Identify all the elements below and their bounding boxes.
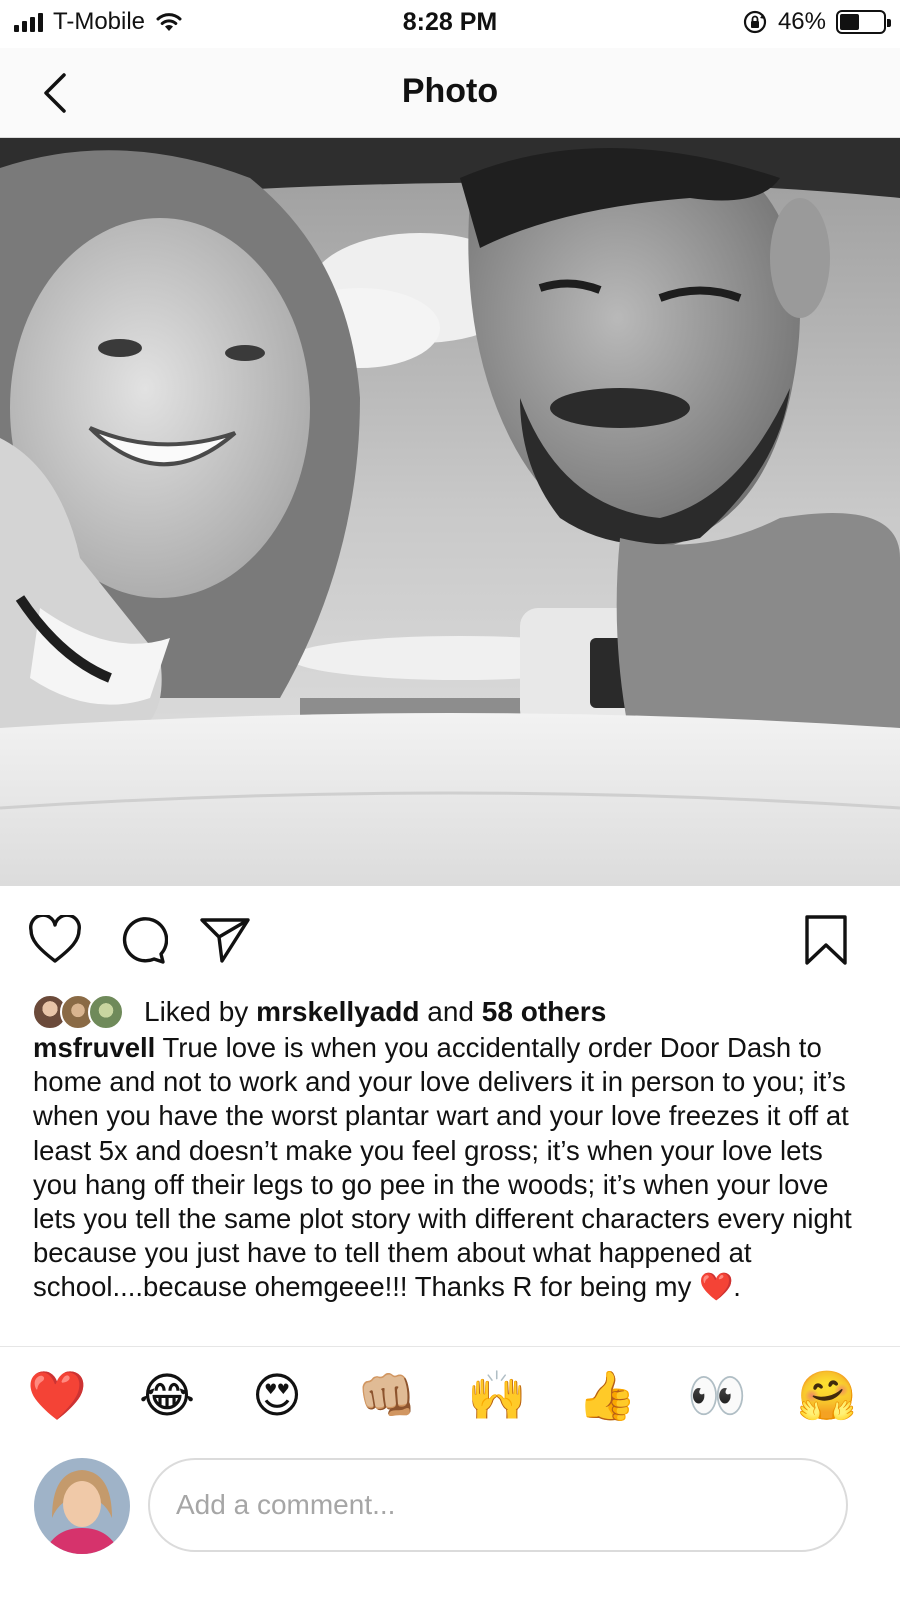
- liker-avatar: [88, 994, 124, 1030]
- caption-username[interactable]: msfruvell: [33, 1032, 155, 1063]
- post-caption: msfruvell True love is when you accident…: [33, 1031, 873, 1305]
- navigation-bar: Photo: [0, 48, 900, 138]
- battery-icon: [836, 10, 891, 34]
- page-title: Photo: [401, 72, 499, 110]
- chevron-left-icon: [44, 73, 66, 113]
- likes-others-count[interactable]: 58 others: [482, 996, 607, 1028]
- reaction-thumbs-up[interactable]: 👍: [576, 1365, 638, 1427]
- comment-input[interactable]: [148, 1458, 848, 1552]
- comment-icon: [122, 917, 168, 964]
- battery-level-fill: [840, 14, 860, 30]
- comment-button[interactable]: [113, 912, 169, 968]
- wifi-icon: [156, 13, 182, 31]
- bookmark-icon: [805, 915, 847, 965]
- reaction-eyes[interactable]: 👀: [686, 1365, 748, 1427]
- reaction-heart-eyes[interactable]: 😍: [246, 1365, 308, 1427]
- liker-avatars: [32, 992, 132, 1032]
- photo-image: [0, 138, 900, 886]
- heart-icon: [29, 915, 81, 963]
- heart-emoji: ❤️: [698, 1271, 734, 1304]
- avatar[interactable]: [34, 1458, 130, 1554]
- quick-reactions-bar: ❤️ 😂 😍 👊🏼 🙌 👍 👀 🤗: [0, 1346, 900, 1436]
- likes-prefix: Liked by: [144, 996, 249, 1027]
- status-left: T-Mobile: [14, 8, 183, 36]
- user-avatar-image: [34, 1458, 130, 1554]
- rotation-lock-icon: [743, 10, 767, 34]
- post-photo[interactable]: [0, 138, 900, 886]
- signal-bars-icon: [14, 12, 43, 32]
- reaction-raised-hands[interactable]: 🙌: [466, 1365, 528, 1427]
- share-button[interactable]: [197, 912, 253, 968]
- back-button[interactable]: [30, 66, 80, 120]
- battery-percent: 46%: [777, 8, 826, 35]
- carrier-label: T-Mobile: [53, 8, 146, 35]
- likes-conjunction: and: [427, 996, 474, 1027]
- reaction-tears-of-joy[interactable]: 😂: [136, 1365, 198, 1427]
- comment-composer: [0, 1436, 900, 1600]
- share-icon: [200, 918, 250, 963]
- reaction-hugging[interactable]: 🤗: [796, 1365, 858, 1427]
- like-button[interactable]: [27, 912, 83, 968]
- status-right: 46%: [742, 8, 891, 36]
- reaction-heart[interactable]: ❤️: [26, 1365, 88, 1427]
- post-actions: [0, 886, 900, 986]
- reaction-fist-bump[interactable]: 👊🏼: [356, 1365, 418, 1427]
- caption-text: True love is when you accidentally order…: [33, 1032, 852, 1303]
- save-button[interactable]: [798, 912, 854, 968]
- liker-username[interactable]: mrskellyadd: [256, 996, 419, 1028]
- status-bar: T-Mobile 8:28 PM 46%: [0, 0, 900, 48]
- likes-summary[interactable]: Liked by mrskellyadd and 58 others: [32, 990, 606, 1034]
- caption-ending: .: [733, 1271, 741, 1303]
